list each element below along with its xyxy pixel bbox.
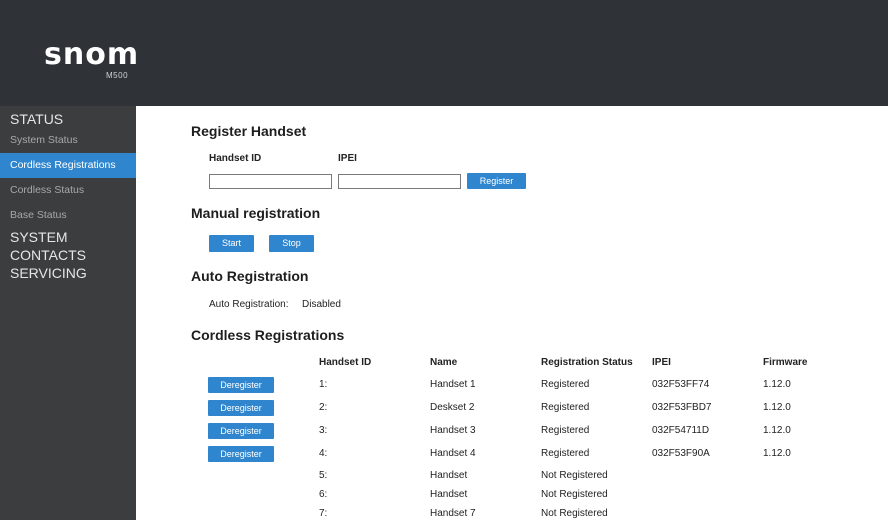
snom-logo: snom M500 — [44, 37, 140, 81]
manual-registration-title: Manual registration — [191, 205, 321, 221]
table-row: Deregister 4: Handset 4 Registered 032F5… — [191, 443, 888, 465]
table-row: Deregister 2: Deskset 2 Registered 032F5… — [191, 397, 888, 419]
top-header: snom M500 — [0, 0, 888, 106]
stop-button[interactable]: Stop — [269, 235, 314, 252]
sidebar-item-cordless-status[interactable]: Cordless Status — [0, 178, 136, 203]
row-handset-id: 7: — [319, 508, 328, 519]
row-firmware: 1.12.0 — [763, 425, 791, 436]
table-row: 5: Handset Not Registered — [191, 466, 888, 485]
column-header-handset-id: Handset ID — [319, 357, 372, 368]
row-name: Deskset 2 — [430, 402, 475, 413]
handset-id-input[interactable] — [209, 174, 332, 189]
column-header-name: Name — [430, 357, 458, 368]
table-row: 6: Handset Not Registered — [191, 485, 888, 504]
row-handset-id: 5: — [319, 470, 328, 481]
table-row: Deregister 1: Handset 1 Registered 032F5… — [191, 374, 888, 396]
row-name: Handset 7 — [430, 508, 476, 519]
row-name: Handset 3 — [430, 425, 476, 436]
auto-registration-title: Auto Registration — [191, 268, 309, 284]
sidebar-item-base-status[interactable]: Base Status — [0, 203, 136, 228]
sidebar-section-contacts[interactable]: CONTACTS — [0, 246, 136, 264]
row-name: Handset 1 — [430, 379, 476, 390]
row-name: Handset — [430, 470, 468, 481]
row-registration-status: Registered — [541, 425, 590, 436]
sidebar: STATUS System Status Cordless Registrati… — [0, 106, 136, 520]
sidebar-section-status[interactable]: STATUS — [0, 110, 136, 128]
register-button[interactable]: Register — [467, 173, 526, 189]
row-registration-status: Not Registered — [541, 470, 608, 481]
sidebar-item-system-status[interactable]: System Status — [0, 128, 136, 153]
row-firmware: 1.12.0 — [763, 448, 791, 459]
auto-registration-value: Disabled — [302, 299, 341, 310]
row-ipei: 032F54711D — [652, 425, 710, 436]
table-row: 7: Handset 7 Not Registered — [191, 504, 888, 523]
table-header-row: Handset ID Name Registration Status IPEI… — [191, 352, 888, 374]
column-header-firmware: Firmware — [763, 357, 808, 368]
table-row: Deregister 3: Handset 3 Registered 032F5… — [191, 420, 888, 442]
handset-id-label: Handset ID — [209, 153, 262, 164]
column-header-ipei: IPEI — [652, 357, 671, 368]
deregister-button[interactable]: Deregister — [208, 400, 274, 416]
row-registration-status: Registered — [541, 448, 590, 459]
row-handset-id: 4: — [319, 448, 328, 459]
row-ipei: 032F53FBD7 — [652, 402, 712, 413]
row-handset-id: 6: — [319, 489, 328, 500]
row-firmware: 1.12.0 — [763, 379, 791, 390]
row-name: Handset — [430, 489, 468, 500]
row-handset-id: 3: — [319, 425, 328, 436]
logo-model: M500 — [106, 71, 129, 80]
row-handset-id: 2: — [319, 402, 328, 413]
register-handset-title: Register Handset — [191, 123, 307, 139]
auto-registration-label: Auto Registration: — [209, 299, 289, 310]
deregister-button[interactable]: Deregister — [208, 446, 274, 462]
row-registration-status: Not Registered — [541, 508, 608, 519]
row-handset-id: 1: — [319, 379, 328, 390]
logo-brand: snom — [44, 37, 140, 72]
deregister-button[interactable]: Deregister — [208, 377, 274, 393]
row-name: Handset 4 — [430, 448, 476, 459]
column-header-registration-status: Registration Status — [541, 357, 633, 368]
row-registration-status: Registered — [541, 379, 590, 390]
row-firmware: 1.12.0 — [763, 402, 791, 413]
start-button[interactable]: Start — [209, 235, 254, 252]
sidebar-section-servicing[interactable]: SERVICING — [0, 264, 136, 282]
cordless-registrations-title: Cordless Registrations — [191, 327, 345, 343]
row-registration-status: Not Registered — [541, 489, 608, 500]
row-registration-status: Registered — [541, 402, 590, 413]
row-ipei: 032F53FF74 — [652, 379, 710, 390]
ipei-label: IPEI — [338, 153, 357, 164]
deregister-button[interactable]: Deregister — [208, 423, 274, 439]
sidebar-section-system[interactable]: SYSTEM — [0, 228, 136, 246]
main-content: Register Handset Handset ID IPEI Registe… — [191, 106, 888, 520]
ipei-input[interactable] — [338, 174, 461, 189]
sidebar-item-cordless-registrations[interactable]: Cordless Registrations — [0, 153, 136, 178]
row-ipei: 032F53F90A — [652, 448, 710, 459]
